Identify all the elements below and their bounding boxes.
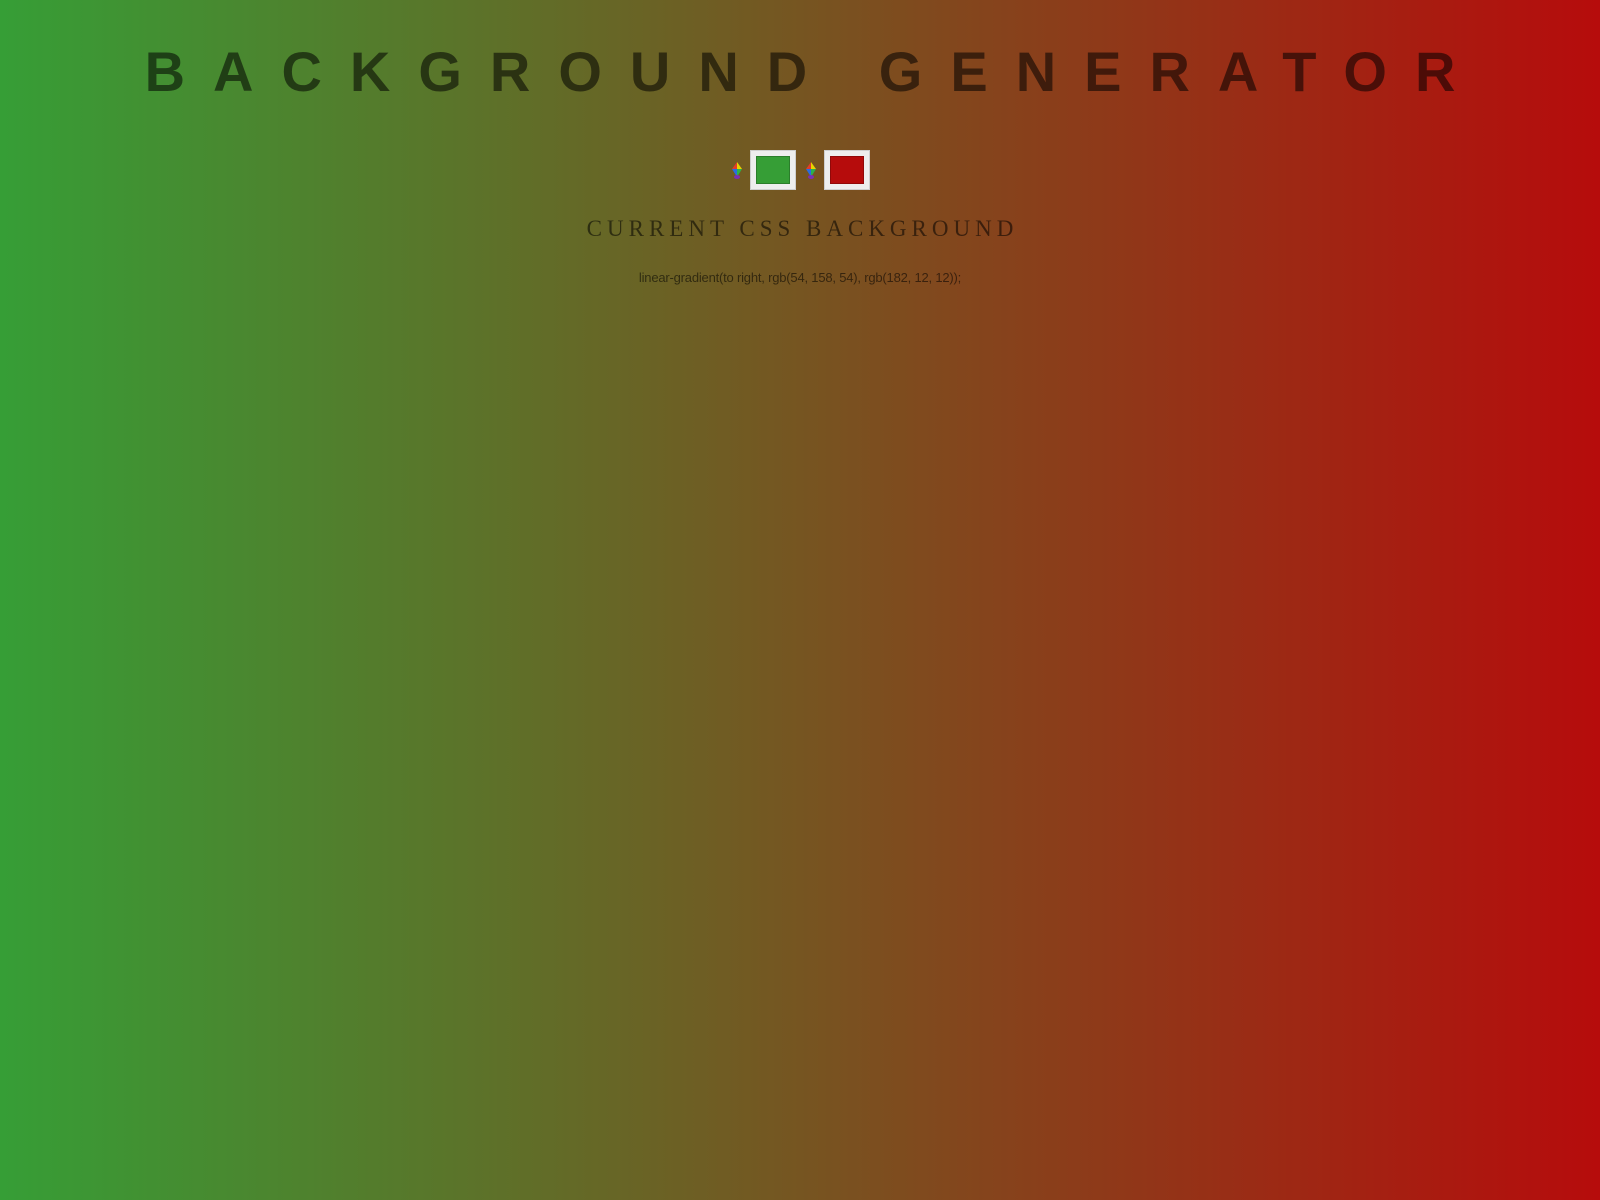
- color2-swatch: [830, 156, 864, 184]
- color2-input[interactable]: [824, 150, 870, 190]
- color-wheel-icon: [730, 159, 744, 181]
- color1-swatch: [756, 156, 790, 184]
- color-wheel-icon: [804, 159, 818, 181]
- color-picker-row: [0, 150, 1600, 190]
- color1-input[interactable]: [750, 150, 796, 190]
- color-picker-1: [730, 150, 796, 190]
- color-picker-2: [804, 150, 870, 190]
- page-title: BACKGROUND GENERATOR: [144, 40, 1484, 103]
- css-output-text: linear-gradient(to right, rgb(54, 158, 5…: [638, 270, 962, 285]
- section-subtitle: CURRENT CSS BACKGROUND: [586, 216, 1019, 241]
